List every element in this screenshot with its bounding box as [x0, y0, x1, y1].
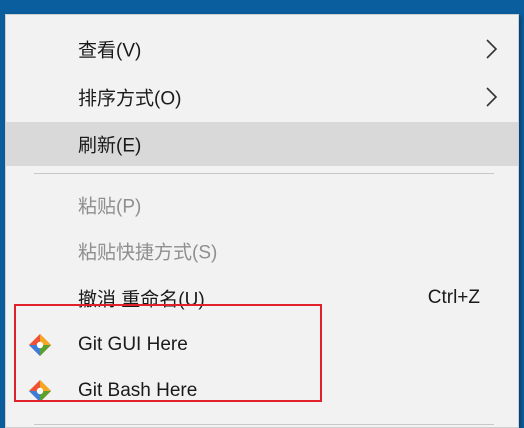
menu-item-git-bash-label: Git Bash Here: [78, 380, 198, 401]
git-icon: [29, 334, 51, 356]
menu-separator: [34, 173, 494, 174]
menu-item-sort[interactable]: 排序方式(O): [6, 75, 518, 119]
menu-separator: [34, 424, 494, 425]
menu-item-paste-shortcut-label: 粘贴快捷方式(S): [78, 242, 218, 264]
menu-item-view[interactable]: 查看(V): [6, 27, 518, 71]
menu-item-sort-label: 排序方式(O): [78, 88, 182, 110]
menu-item-undo-rename-shortcut: Ctrl+Z: [427, 287, 480, 308]
menu-item-git-gui[interactable]: Git GUI Here: [6, 323, 518, 367]
menu-item-git-gui-label: Git GUI Here: [78, 334, 188, 355]
context-menu: 查看(V) 排序方式(O) 刷新(E) 粘贴(P) 粘贴快捷方式(S) 撤消 重…: [5, 14, 519, 428]
git-icon: [29, 380, 51, 402]
menu-item-paste[interactable]: 粘贴(P): [6, 183, 518, 227]
menu-item-paste-label: 粘贴(P): [78, 196, 142, 218]
menu-item-undo-rename[interactable]: 撤消 重命名(U) Ctrl+Z: [6, 276, 518, 320]
menu-item-refresh-label: 刷新(E): [78, 135, 142, 157]
menu-item-undo-rename-label: 撤消 重命名(U): [78, 289, 205, 311]
menu-item-refresh[interactable]: 刷新(E): [6, 122, 518, 166]
desktop-background: 查看(V) 排序方式(O) 刷新(E) 粘贴(P) 粘贴快捷方式(S) 撤消 重…: [0, 0, 524, 428]
chevron-right-icon: [486, 39, 498, 59]
menu-item-paste-shortcut[interactable]: 粘贴快捷方式(S): [6, 229, 518, 273]
menu-item-git-bash[interactable]: Git Bash Here: [6, 369, 518, 413]
chevron-right-icon: [486, 87, 498, 107]
menu-item-view-label: 查看(V): [78, 40, 142, 62]
